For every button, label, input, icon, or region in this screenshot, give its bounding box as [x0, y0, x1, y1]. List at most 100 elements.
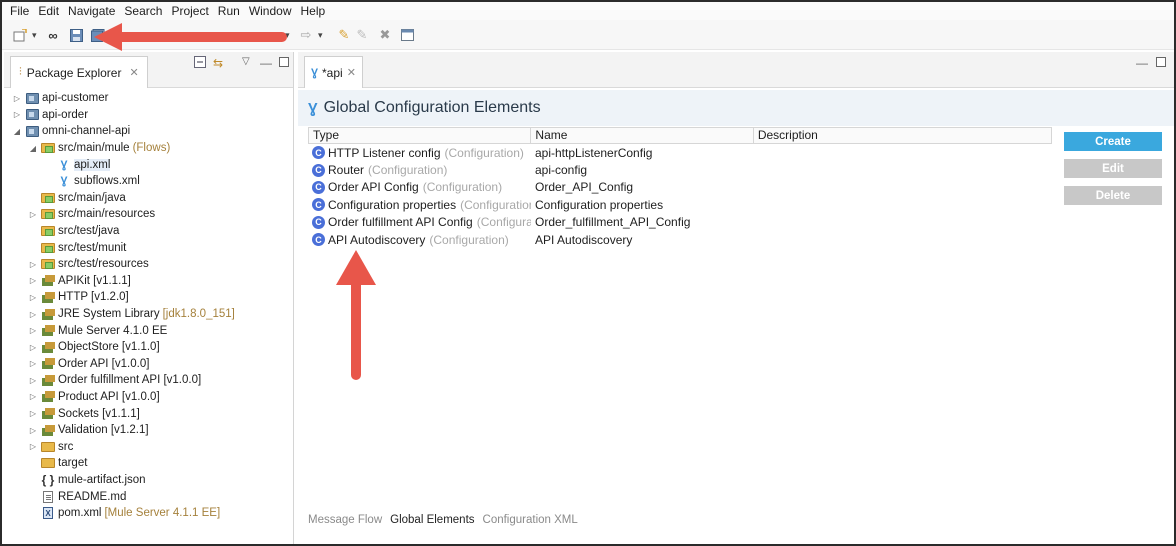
table-row[interactable]: C Router (Configuration) api-config: [308, 161, 1052, 178]
menu-item-window[interactable]: Window: [249, 4, 292, 18]
menu-item-edit[interactable]: Edit: [38, 4, 59, 18]
console-icon[interactable]: [399, 27, 415, 43]
expand-icon[interactable]: ▷: [28, 343, 38, 352]
menu-item-navigate[interactable]: Navigate: [68, 4, 115, 18]
tree-item[interactable]: ◢ src/main/mule (Flows): [4, 140, 293, 157]
new-dropdown-icon[interactable]: ▾: [32, 30, 37, 41]
expand-icon[interactable]: ▷: [28, 210, 38, 219]
close-icon[interactable]: ✕: [347, 66, 356, 79]
create-button[interactable]: Create: [1064, 132, 1162, 151]
tab-configuration-xml[interactable]: Configuration XML: [483, 514, 578, 526]
tree-item[interactable]: ▷ Validation [v1.2.1]: [4, 422, 293, 439]
delete-button[interactable]: Delete: [1064, 186, 1162, 205]
tree-item[interactable]: ▷ api-customer: [4, 90, 293, 107]
tree-item-label: HTTP [v1.2.0]: [58, 291, 129, 304]
tab-package-explorer[interactable]: ⫶ Package Explorer ✕: [10, 56, 148, 88]
expand-icon[interactable]: ▷: [28, 359, 38, 368]
menu-item-run[interactable]: Run: [218, 4, 240, 18]
tree-item[interactable]: ▷ HTTP [v1.2.0]: [4, 289, 293, 306]
column-header-name[interactable]: Name: [531, 128, 754, 143]
menu-item-file[interactable]: File: [10, 4, 29, 18]
forward-dropdown-icon[interactable]: ▾: [318, 30, 323, 41]
table-row[interactable]: COrder fulfillment API Config(Configurat…: [308, 214, 1052, 231]
stop-icon[interactable]: ✖: [377, 27, 393, 43]
collapse-icon[interactable]: ◢: [12, 127, 22, 136]
column-header-type[interactable]: Type: [309, 128, 532, 143]
table-row[interactable]: C HTTP Listener config (Configuration) api-…: [308, 144, 1052, 161]
tree-item[interactable]: ▷ Order API [v1.0.0]: [4, 356, 293, 373]
tree-item[interactable]: ▷ Product API [v1.0.0]: [4, 389, 293, 406]
tab-message-flow[interactable]: Message Flow: [308, 514, 382, 526]
tree-item[interactable]: ▷ ObjectStore [v1.1.0]: [4, 339, 293, 356]
tree-item-label: src: [58, 440, 74, 453]
tree-item[interactable]: ▷ APIKit [v1.1.1]: [4, 273, 293, 290]
minimize-icon[interactable]: —: [1136, 56, 1148, 70]
expand-icon[interactable]: ▷: [12, 94, 22, 103]
column-header-description[interactable]: Description: [754, 128, 1051, 143]
tab-global-elements[interactable]: Global Elements: [390, 514, 474, 526]
tree-item[interactable]: ▷ Mule Server 4.1.0 EE: [4, 322, 293, 339]
tree-item-label: ObjectStore [v1.1.0]: [58, 341, 160, 354]
maximize-icon[interactable]: [279, 56, 289, 70]
next-annotation-icon[interactable]: ✎: [354, 27, 370, 43]
tree-item[interactable]: ◢ omni-channel-api: [4, 123, 293, 140]
tab-api-editor[interactable]: Ɣ *api ✕: [304, 56, 363, 88]
view-menu-icon[interactable]: ▽: [242, 56, 250, 67]
expand-icon[interactable]: ▷: [12, 110, 22, 119]
tree-item[interactable]: { } mule-artifact.json: [4, 472, 293, 489]
tree-item[interactable]: ▷ src/test/resources: [4, 256, 293, 273]
table-row[interactable]: CConfiguration properties(Configuration)…: [308, 196, 1052, 213]
source-folder-icon: [41, 225, 55, 238]
link-editor-icon[interactable]: ⇆: [213, 56, 223, 70]
tree-item[interactable]: ▷ src/main/resources: [4, 206, 293, 223]
tree-item[interactable]: Ɣsubflows.xml: [4, 173, 293, 190]
ide-window: File Edit Navigate Search Project Run Window He…: [0, 0, 1176, 546]
expand-icon[interactable]: ▷: [28, 310, 38, 319]
minimize-icon[interactable]: —: [260, 56, 272, 70]
tree-item[interactable]: src/test/java: [4, 223, 293, 240]
cell-name: Configuration properties: [535, 197, 664, 212]
expand-icon[interactable]: ▷: [28, 276, 38, 285]
expand-icon[interactable]: ▷: [28, 376, 38, 385]
annotation-arrow-up: [336, 250, 376, 380]
expand-icon[interactable]: ▷: [28, 326, 38, 335]
table-row[interactable]: C API Autodiscovery (Configuration) API Aut…: [308, 231, 1052, 248]
tree-item[interactable]: src/main/java: [4, 190, 293, 207]
prev-annotation-icon[interactable]: ✎: [336, 27, 352, 43]
tree-item[interactable]: Xpom.xml [Mule Server 4.1.1 EE]: [4, 505, 293, 522]
maximize-icon[interactable]: [1156, 56, 1166, 70]
configuration-icon: C: [312, 215, 325, 229]
forward-icon[interactable]: ⇨: [298, 27, 314, 43]
expand-icon[interactable]: ▷: [28, 409, 38, 418]
tree-item[interactable]: src/test/munit: [4, 239, 293, 256]
mule-link-icon[interactable]: ∞: [45, 27, 61, 43]
menu-item-search[interactable]: Search: [124, 4, 162, 18]
source-folder-icon: [41, 258, 55, 271]
expand-icon[interactable]: ▷: [28, 426, 38, 435]
tree-item-label: src/test/resources: [58, 258, 149, 271]
tree-item[interactable]: ▷ src: [4, 438, 293, 455]
expand-icon[interactable]: ▷: [28, 442, 38, 451]
edit-button[interactable]: Edit: [1064, 159, 1162, 178]
expand-icon[interactable]: ▷: [28, 260, 38, 269]
expand-icon[interactable]: ▷: [28, 293, 38, 302]
tree-item[interactable]: README.md: [4, 488, 293, 505]
collapse-all-icon[interactable]: [194, 56, 206, 71]
tree-item[interactable]: target: [4, 455, 293, 472]
tree-item[interactable]: ▷ JRE System Library [jdk1.8.0_151]: [4, 306, 293, 323]
close-icon[interactable]: ✕: [129, 66, 138, 79]
new-icon[interactable]: [12, 27, 28, 43]
configuration-icon: C: [312, 146, 325, 160]
library-icon: [41, 341, 55, 354]
source-folder-icon: [41, 208, 55, 221]
tree-item[interactable]: ▷ Sockets [v1.1.1]: [4, 405, 293, 422]
menu-item-help[interactable]: Help: [301, 4, 326, 18]
table-row[interactable]: C Order API Config (Configuration) Order_AP…: [308, 179, 1052, 196]
save-icon[interactable]: [68, 27, 84, 43]
collapse-icon[interactable]: ◢: [28, 144, 38, 153]
tree-item[interactable]: Ɣapi.xml: [4, 156, 293, 173]
tree-item[interactable]: ▷ Order fulfillment API [v1.0.0]: [4, 372, 293, 389]
expand-icon[interactable]: ▷: [28, 392, 38, 401]
menu-item-project[interactable]: Project: [171, 4, 208, 18]
tree-item[interactable]: ▷ api-order: [4, 107, 293, 124]
